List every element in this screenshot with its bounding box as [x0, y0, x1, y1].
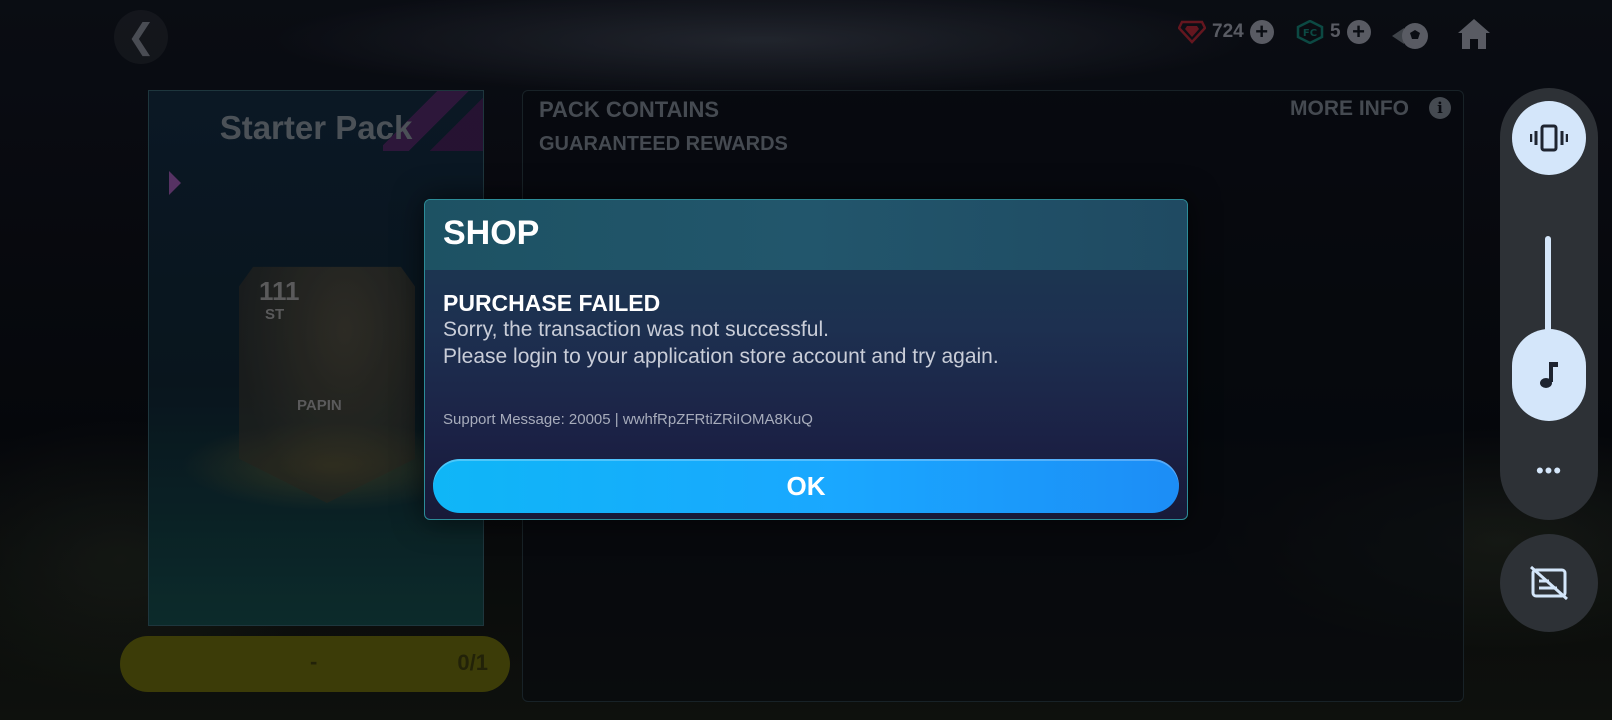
error-message-line1: Sorry, the transaction was not successfu… — [443, 318, 829, 341]
vibrate-icon — [1530, 124, 1568, 152]
media-volume-slider-thumb[interactable] — [1512, 329, 1586, 421]
error-heading: PURCHASE FAILED — [443, 290, 661, 316]
purchase-failed-dialog: SHOP PURCHASE FAILED Sorry, the transact… — [424, 199, 1188, 520]
error-message-line2: Please login to your application store a… — [443, 345, 999, 368]
live-caption-button[interactable] — [1500, 534, 1598, 632]
captions-off-icon — [1530, 565, 1568, 601]
more-options-icon[interactable]: ••• — [1533, 458, 1565, 483]
music-note-icon — [1540, 362, 1558, 388]
support-message: Support Message: 20005 | wwhfRpZFRtiZRiI… — [443, 411, 813, 428]
vibrate-button[interactable] — [1512, 101, 1586, 175]
ok-button[interactable]: OK — [433, 459, 1179, 513]
dialog-title: SHOP — [443, 214, 540, 252]
